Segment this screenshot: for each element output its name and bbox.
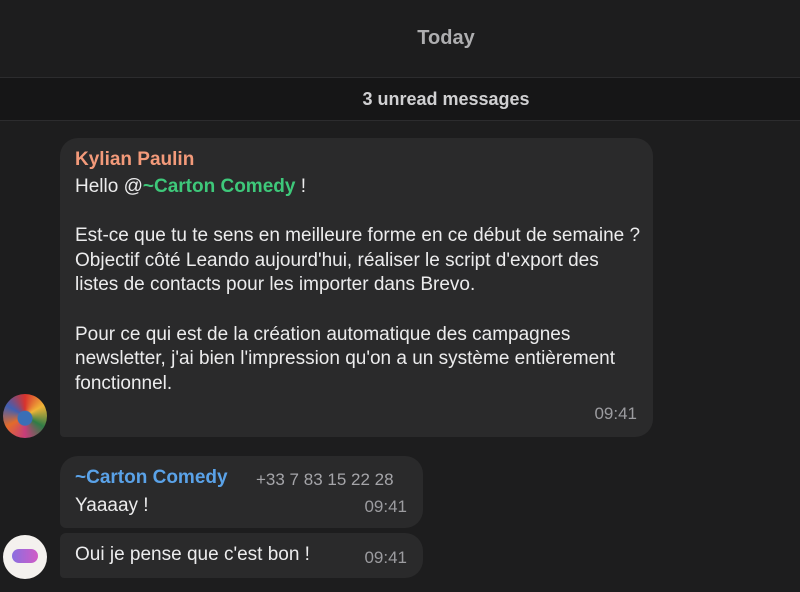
avatar-carton-comedy[interactable] [3, 535, 47, 579]
date-separator: Today [0, 0, 800, 76]
message-time: 09:41 [594, 404, 637, 424]
date-label: Today [417, 26, 475, 49]
avatar-kylian-paulin[interactable] [3, 394, 47, 438]
sender-name[interactable]: ~Carton Comedy [75, 466, 228, 491]
message-bubble[interactable]: Oui je pense que c'est bon ! 09:41 [60, 533, 423, 578]
message-paragraph: Pour ce qui est de la création automatiq… [75, 323, 615, 394]
sender-phone: +33 7 83 15 22 28 [256, 470, 394, 489]
message-bubble[interactable]: Kylian Paulin Hello @~Carton Comedy ! Es… [60, 138, 653, 437]
greeting-line: Hello @~Carton Comedy ! [75, 175, 645, 200]
unread-messages-bar: 3 unread messages [0, 77, 800, 121]
sender-name[interactable]: Kylian Paulin [75, 148, 194, 173]
message-time: 09:41 [364, 497, 407, 517]
unread-label: 3 unread messages [362, 88, 530, 109]
message-paragraph: Est-ce que tu te sens en meilleure forme… [75, 225, 641, 296]
greeting-suffix: ! [295, 176, 306, 197]
message-text: Oui je pense que c'est bon ! [75, 544, 310, 565]
user-mention[interactable]: ~Carton Comedy [143, 176, 296, 197]
greeting-prefix: Hello @ [75, 176, 143, 197]
message-time: 09:41 [364, 548, 407, 568]
message-body: Hello @~Carton Comedy ! Est-ce que tu te… [75, 175, 645, 396]
message-text: Yaaaay ! [75, 495, 149, 516]
message-bubble[interactable]: ~Carton Comedy +33 7 83 15 22 28 Yaaaay … [60, 456, 423, 528]
